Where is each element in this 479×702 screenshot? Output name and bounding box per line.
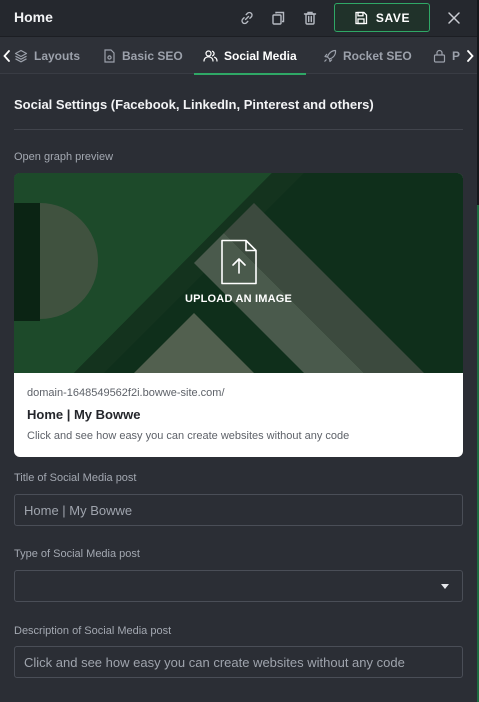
rocket-icon xyxy=(324,49,337,62)
title-field[interactable] xyxy=(14,494,463,526)
tab-layouts-label: Layouts xyxy=(34,48,81,63)
upload-file-icon xyxy=(220,239,257,285)
type-field-label: Type of Social Media post xyxy=(14,548,140,560)
floppy-icon xyxy=(355,11,368,24)
tab-bar: Layouts Basic SEO Social Media Rocket SE… xyxy=(0,37,477,75)
tab-social-media-label: Social Media xyxy=(224,48,297,63)
link-icon[interactable] xyxy=(238,9,256,27)
upload-area[interactable]: UPLOAD AN IMAGE xyxy=(14,239,463,305)
save-button[interactable]: SAVE xyxy=(334,3,430,32)
tab-p-label: P xyxy=(452,48,461,63)
tab-rocket-seo[interactable]: Rocket SEO xyxy=(323,37,412,74)
title-field-label: Title of Social Media post xyxy=(14,472,137,484)
save-label: SAVE xyxy=(375,10,411,25)
upload-image-label: UPLOAD AN IMAGE xyxy=(184,293,293,305)
og-image-upload[interactable]: UPLOAD AN IMAGE xyxy=(14,173,463,373)
tabs-scroll-left-icon[interactable] xyxy=(2,49,12,63)
close-icon[interactable] xyxy=(445,9,463,27)
chevron-down-icon xyxy=(441,584,449,589)
page-title: Home xyxy=(14,9,53,25)
section-divider xyxy=(14,129,463,130)
tab-p[interactable]: P xyxy=(433,37,460,74)
section-title: Social Settings (Facebook, LinkedIn, Pin… xyxy=(14,97,374,112)
og-domain: domain-1648549562f2i.bowwe-site.com/ xyxy=(27,387,225,399)
type-select[interactable] xyxy=(14,570,463,602)
tab-basic-seo-label: Basic SEO xyxy=(122,48,183,63)
document-icon xyxy=(104,48,115,63)
description-field[interactable] xyxy=(14,646,463,678)
duplicate-icon[interactable] xyxy=(269,9,287,27)
og-preview-card: UPLOAD AN IMAGE domain-1648549562f2i.bow… xyxy=(14,173,463,457)
og-description: Click and see how easy you can create we… xyxy=(27,430,350,442)
tab-rocket-seo-label: Rocket SEO xyxy=(343,48,412,63)
tabs-scroll-right-icon[interactable] xyxy=(465,49,475,63)
users-icon xyxy=(203,49,218,62)
description-field-label: Description of Social Media post xyxy=(14,625,172,637)
tab-layouts[interactable]: Layouts xyxy=(14,37,80,74)
lock-icon xyxy=(433,49,446,63)
tab-basic-seo[interactable]: Basic SEO xyxy=(103,37,183,74)
panel-header: Home SAVE xyxy=(0,0,477,37)
og-title: Home | My Bowwe xyxy=(27,407,141,422)
seo-settings-panel: Home SAVE Layouts Basic SEO Social Media… xyxy=(0,0,477,702)
og-preview-label: Open graph preview xyxy=(14,151,114,163)
tab-social-media[interactable]: Social Media xyxy=(194,37,306,75)
layers-icon xyxy=(14,49,28,62)
trash-icon[interactable] xyxy=(301,9,319,27)
